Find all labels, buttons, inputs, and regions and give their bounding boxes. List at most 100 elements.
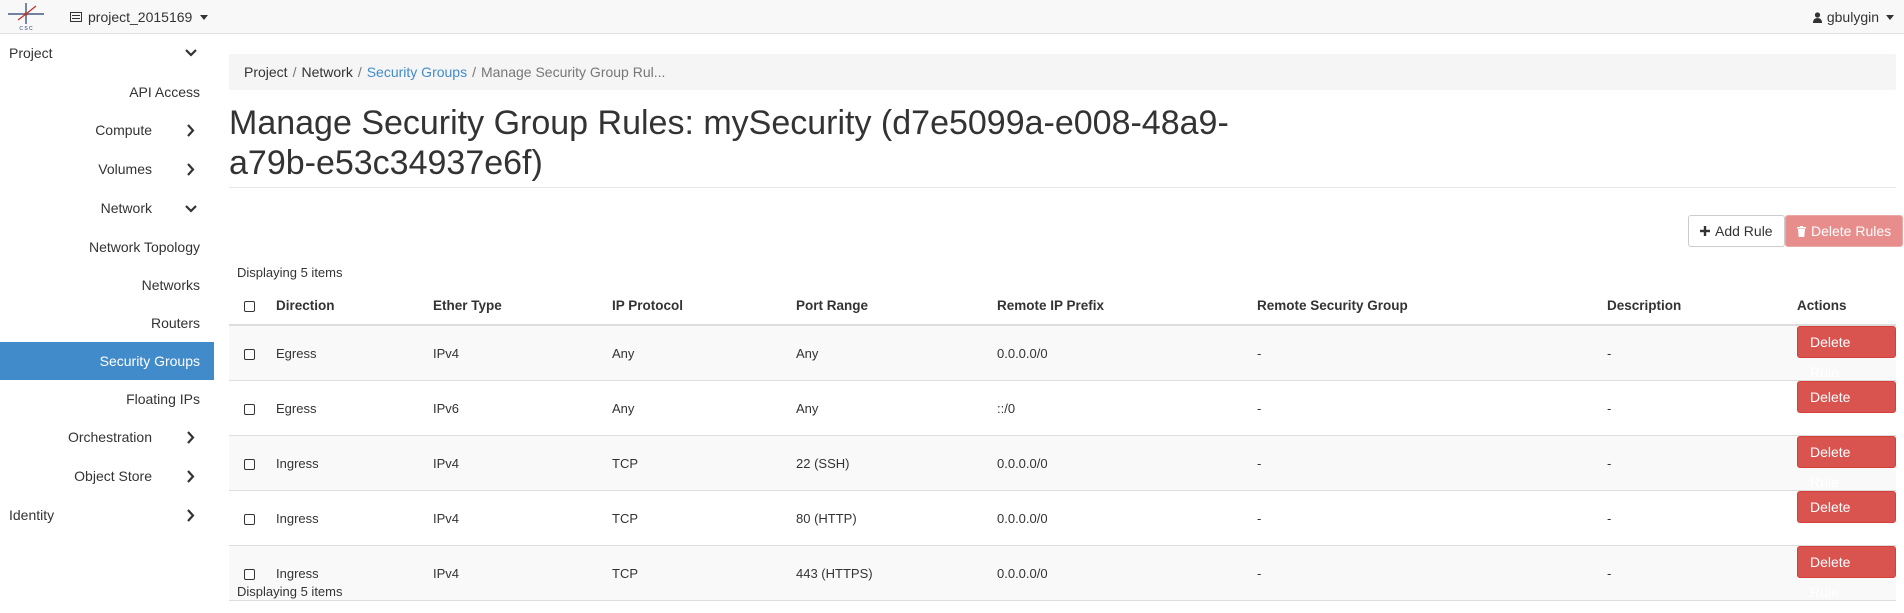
cell-remote-ip-prefix: 0.0.0.0/0: [997, 324, 1257, 381]
cell-direction: Ingress: [276, 490, 433, 546]
row-checkbox[interactable]: [244, 568, 255, 580]
sidebar-item-network-topology[interactable]: Network Topology: [0, 228, 214, 266]
cell-remote-ip-prefix: 0.0.0.0/0: [997, 435, 1257, 491]
sidebar-item-label: Compute: [95, 122, 152, 138]
delete-rule-button[interactable]: Delete Rule: [1797, 546, 1896, 600]
chevron-down-icon: [185, 49, 197, 57]
plus-icon: [1700, 226, 1710, 236]
cell-ether-type: IPv4: [433, 324, 612, 381]
sidebar-item-label: Security Groups: [99, 353, 200, 369]
cell-remote-ip-prefix: ::/0: [997, 380, 1257, 436]
user-name: gbulygin: [1826, 9, 1879, 25]
security-group-rules-table: Direction Ether Type IP Protocol Port Ra…: [229, 287, 1896, 601]
cell-description: -: [1607, 490, 1797, 546]
cell-actions: Delete Rule: [1797, 435, 1896, 491]
row-checkbox[interactable]: [244, 513, 255, 525]
sidebar-item-compute[interactable]: Compute: [0, 111, 214, 150]
chevron-down-icon: [185, 205, 197, 213]
chevron-right-icon: [187, 509, 195, 522]
breadcrumb-security-groups-link[interactable]: Security Groups: [367, 64, 467, 80]
delete-rule-button[interactable]: Delete Rule: [1797, 491, 1896, 545]
title-divider: [229, 187, 1896, 188]
delete-rule-button[interactable]: Delete Rule: [1797, 436, 1896, 490]
sidebar-item-floating-ips[interactable]: Floating IPs: [0, 380, 214, 418]
column-header-direction[interactable]: Direction: [276, 287, 433, 326]
cell-remote-security-group: -: [1257, 490, 1607, 546]
cell-ether-type: IPv6: [433, 380, 612, 436]
cell-port-range: Any: [796, 324, 997, 381]
sidebar-item-network[interactable]: Network: [0, 189, 214, 228]
column-header-actions: Actions: [1797, 287, 1896, 326]
sidebar-item-volumes[interactable]: Volumes: [0, 150, 214, 189]
cell-port-range: Any: [796, 380, 997, 436]
cell-port-range: 22 (SSH): [796, 435, 997, 491]
chevron-right-icon: [187, 431, 195, 444]
svg-text:C S C: C S C: [19, 26, 33, 32]
cell-description: -: [1607, 435, 1797, 491]
row-checkbox[interactable]: [244, 458, 255, 470]
cell-actions: Delete Rule: [1797, 545, 1896, 601]
caret-down-icon: [1886, 14, 1894, 20]
sidebar-item-identity[interactable]: Identity: [0, 496, 214, 535]
cell-actions: Delete Rule: [1797, 324, 1896, 381]
column-header-description[interactable]: Description: [1607, 287, 1797, 326]
cell-direction: Egress: [276, 324, 433, 381]
sidebar-item-label: API Access: [129, 84, 200, 100]
delete-rules-label: Delete Rules: [1811, 223, 1892, 239]
chevron-right-icon: [187, 124, 195, 137]
column-header-remote-security-group[interactable]: Remote Security Group: [1257, 287, 1607, 326]
cell-remote-security-group: -: [1257, 380, 1607, 436]
column-header-ether-type[interactable]: Ether Type: [433, 287, 612, 326]
cell-ip-protocol: TCP: [612, 435, 796, 491]
table-row: Egress IPv6 Any Any ::/0 - - Delete Rule: [229, 380, 1896, 436]
cell-remote-ip-prefix: 0.0.0.0/0: [997, 490, 1257, 546]
sidebar-item-routers[interactable]: Routers: [0, 304, 214, 342]
breadcrumb-separator: /: [292, 64, 297, 80]
select-all-checkbox[interactable]: [244, 300, 255, 312]
breadcrumb-network[interactable]: Network: [301, 64, 352, 80]
add-rule-button[interactable]: Add Rule: [1688, 215, 1785, 247]
sidebar-item-label: Floating IPs: [126, 391, 200, 407]
sidebar-item-api-access[interactable]: API Access: [0, 73, 214, 111]
sidebar-item-label: Identity: [9, 507, 55, 523]
cell-actions: Delete Rule: [1797, 380, 1896, 436]
project-switcher[interactable]: project_2015169: [70, 9, 209, 25]
item-count-bottom: Displaying 5 items: [237, 584, 343, 599]
breadcrumb-project[interactable]: Project: [244, 64, 288, 80]
cell-ip-protocol: Any: [612, 380, 796, 436]
breadcrumb-separator: /: [357, 64, 362, 80]
csc-logo[interactable]: C S C: [6, 2, 46, 32]
cell-port-range: 443 (HTTPS): [796, 545, 997, 601]
chevron-right-icon: [187, 470, 195, 483]
cell-remote-security-group: -: [1257, 545, 1607, 601]
delete-rule-button[interactable]: Delete Rule: [1797, 326, 1896, 380]
user-icon: [1812, 11, 1822, 23]
cell-ether-type: IPv4: [433, 545, 612, 601]
user-menu[interactable]: gbulygin: [1812, 9, 1894, 25]
delete-rule-button[interactable]: Delete Rule: [1797, 381, 1896, 435]
row-checkbox[interactable]: [244, 348, 255, 360]
top-navbar: C S C project_2015169 gbulygin: [0, 0, 1904, 34]
page-title: Manage Security Group Rules: mySecurity …: [229, 104, 1229, 182]
column-header-ip-protocol[interactable]: IP Protocol: [612, 287, 796, 326]
cell-ip-protocol: TCP: [612, 490, 796, 546]
sidebar-item-project[interactable]: Project: [0, 34, 214, 73]
cell-remote-ip-prefix: 0.0.0.0/0: [997, 545, 1257, 601]
cell-ip-protocol: TCP: [612, 545, 796, 601]
column-header-port-range[interactable]: Port Range: [796, 287, 997, 326]
table-row: Ingress IPv4 TCP 22 (SSH) 0.0.0.0/0 - - …: [229, 435, 1896, 491]
cell-ether-type: IPv4: [433, 435, 612, 491]
cell-direction: Egress: [276, 380, 433, 436]
sidebar-item-security-groups[interactable]: Security Groups: [0, 342, 214, 380]
sidebar-item-object-store[interactable]: Object Store: [0, 457, 214, 496]
delete-rules-button[interactable]: Delete Rules: [1785, 215, 1904, 247]
sidebar-item-networks[interactable]: Networks: [0, 266, 214, 304]
table-header-row: Direction Ether Type IP Protocol Port Ra…: [229, 287, 1896, 326]
trash-icon: [1797, 225, 1806, 237]
sidebar-item-orchestration[interactable]: Orchestration: [0, 418, 214, 457]
column-header-remote-ip-prefix[interactable]: Remote IP Prefix: [997, 287, 1257, 326]
table-row: Ingress IPv4 TCP 80 (HTTP) 0.0.0.0/0 - -…: [229, 490, 1896, 546]
sidebar: Project API Access Compute Volumes Netwo…: [0, 34, 214, 535]
row-checkbox[interactable]: [244, 403, 255, 415]
project-name: project_2015169: [88, 9, 193, 25]
